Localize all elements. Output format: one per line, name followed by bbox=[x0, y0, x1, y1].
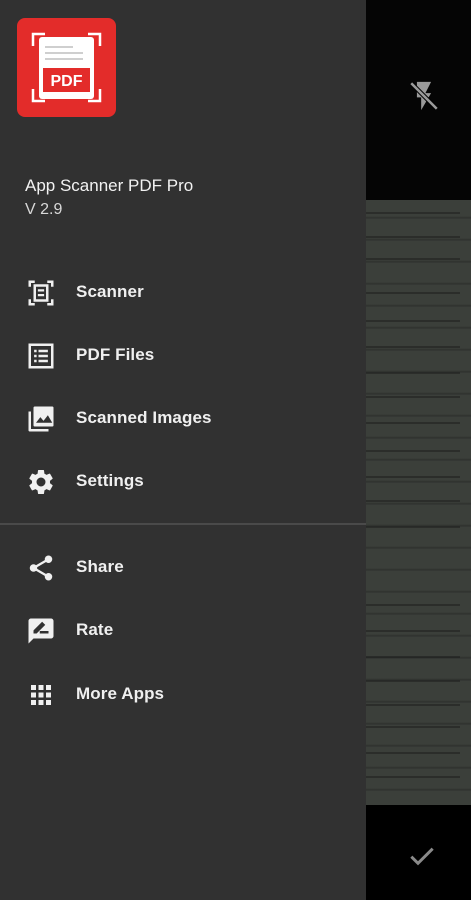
pdf-document-icon: PDF bbox=[31, 32, 102, 103]
check-icon bbox=[410, 847, 434, 866]
logo-text: PDF bbox=[51, 73, 83, 90]
flash-off-button[interactable] bbox=[407, 78, 441, 114]
menu-item-label: Scanner bbox=[76, 282, 144, 301]
app-title: App Scanner PDF Pro bbox=[25, 176, 194, 195]
share-icon bbox=[26, 553, 56, 583]
menu-item-share[interactable]: Share bbox=[0, 537, 366, 597]
gear-icon bbox=[26, 467, 56, 497]
app-version: V 2.9 bbox=[25, 201, 63, 218]
rate-icon bbox=[26, 616, 56, 646]
menu-item-label: More Apps bbox=[76, 684, 165, 703]
photo-library-icon bbox=[26, 404, 56, 434]
menu-item-scanner[interactable]: Scanner bbox=[0, 262, 366, 322]
menu-item-scanned-images[interactable]: Scanned Images bbox=[0, 388, 366, 448]
menu-item-rate[interactable]: Rate bbox=[0, 600, 366, 660]
confirm-button[interactable] bbox=[406, 840, 438, 872]
app-logo: PDF bbox=[17, 18, 116, 117]
menu-item-settings[interactable]: Settings bbox=[0, 451, 366, 511]
menu-item-more-apps[interactable]: More Apps bbox=[0, 664, 366, 724]
apps-grid-icon bbox=[26, 680, 56, 710]
scanner-icon bbox=[26, 278, 56, 308]
list-icon bbox=[26, 341, 56, 371]
menu-item-label: Scanned Images bbox=[76, 408, 212, 427]
menu-item-label: Rate bbox=[76, 620, 114, 639]
menu-item-pdf-files[interactable]: PDF Files bbox=[0, 325, 366, 385]
menu-divider bbox=[0, 523, 366, 525]
flash-off-icon bbox=[409, 81, 439, 111]
menu-item-label: Share bbox=[76, 557, 124, 576]
menu-item-label: Settings bbox=[76, 471, 144, 490]
navigation-drawer: PDF App Scanner PDF Pro V 2.9 Scanner PD… bbox=[0, 0, 366, 900]
menu-item-label: PDF Files bbox=[76, 345, 155, 364]
